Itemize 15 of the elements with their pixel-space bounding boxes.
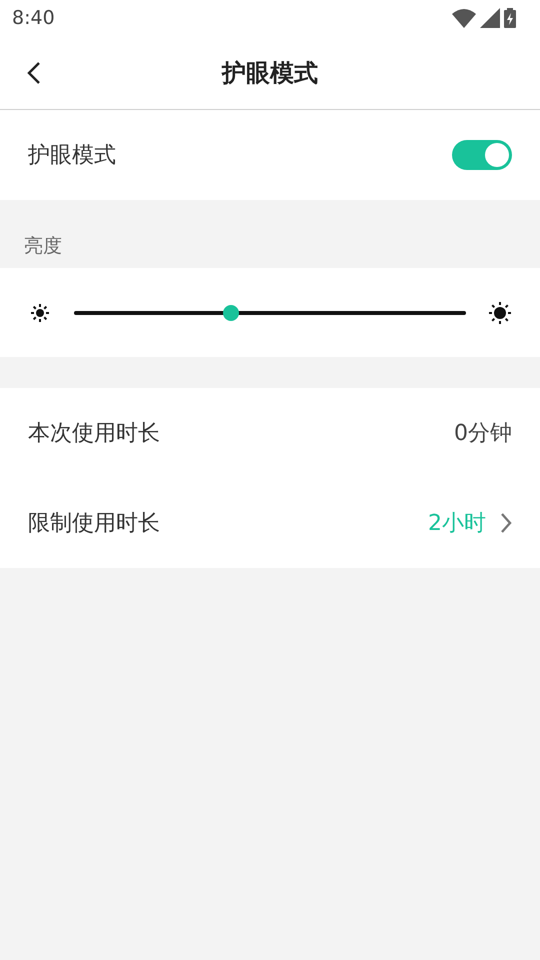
- signal-icon: [480, 8, 500, 28]
- brightness-slider[interactable]: [74, 304, 466, 320]
- setting-value: 0分钟: [454, 420, 512, 448]
- status-time: 8:40: [12, 6, 55, 31]
- wifi-icon: [452, 8, 476, 28]
- setting-value: 2小时: [428, 510, 486, 538]
- brightness-high-icon: [488, 300, 512, 324]
- setting-label[interactable]: 限制使用时长: [28, 506, 160, 540]
- chevron-right-icon: [500, 512, 512, 534]
- page-title: 护眼模式: [222, 58, 318, 88]
- battery-icon: [504, 8, 516, 28]
- setting-label: 本次使用时长: [28, 420, 160, 448]
- eye-mode-toggle[interactable]: [452, 140, 512, 170]
- section-label: 亮度: [24, 234, 62, 258]
- eye-mode-label: 护眼模式: [28, 142, 116, 170]
